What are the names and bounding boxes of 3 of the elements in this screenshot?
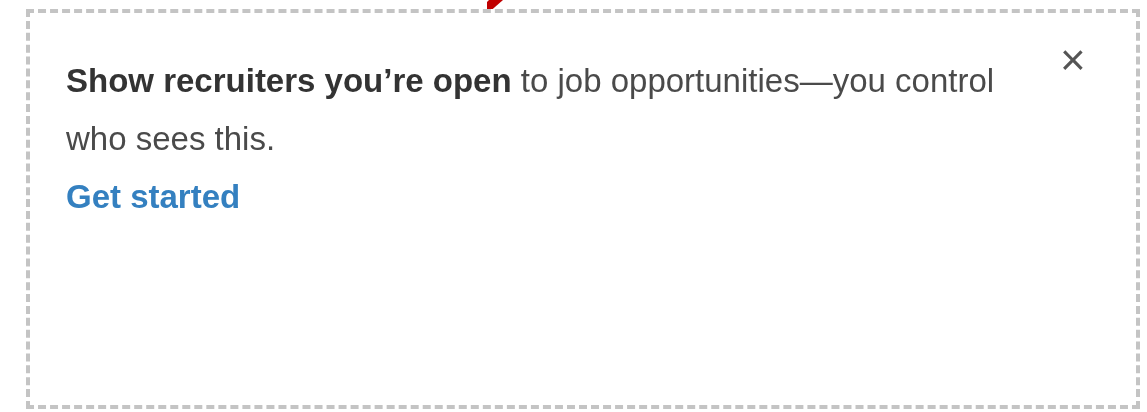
get-started-link[interactable]: Get started: [66, 168, 241, 226]
message-text: Show recruiters you’re open to job opportunities—you control who sees this.: [66, 61, 996, 159]
close-button[interactable]: ×: [1060, 38, 1086, 82]
